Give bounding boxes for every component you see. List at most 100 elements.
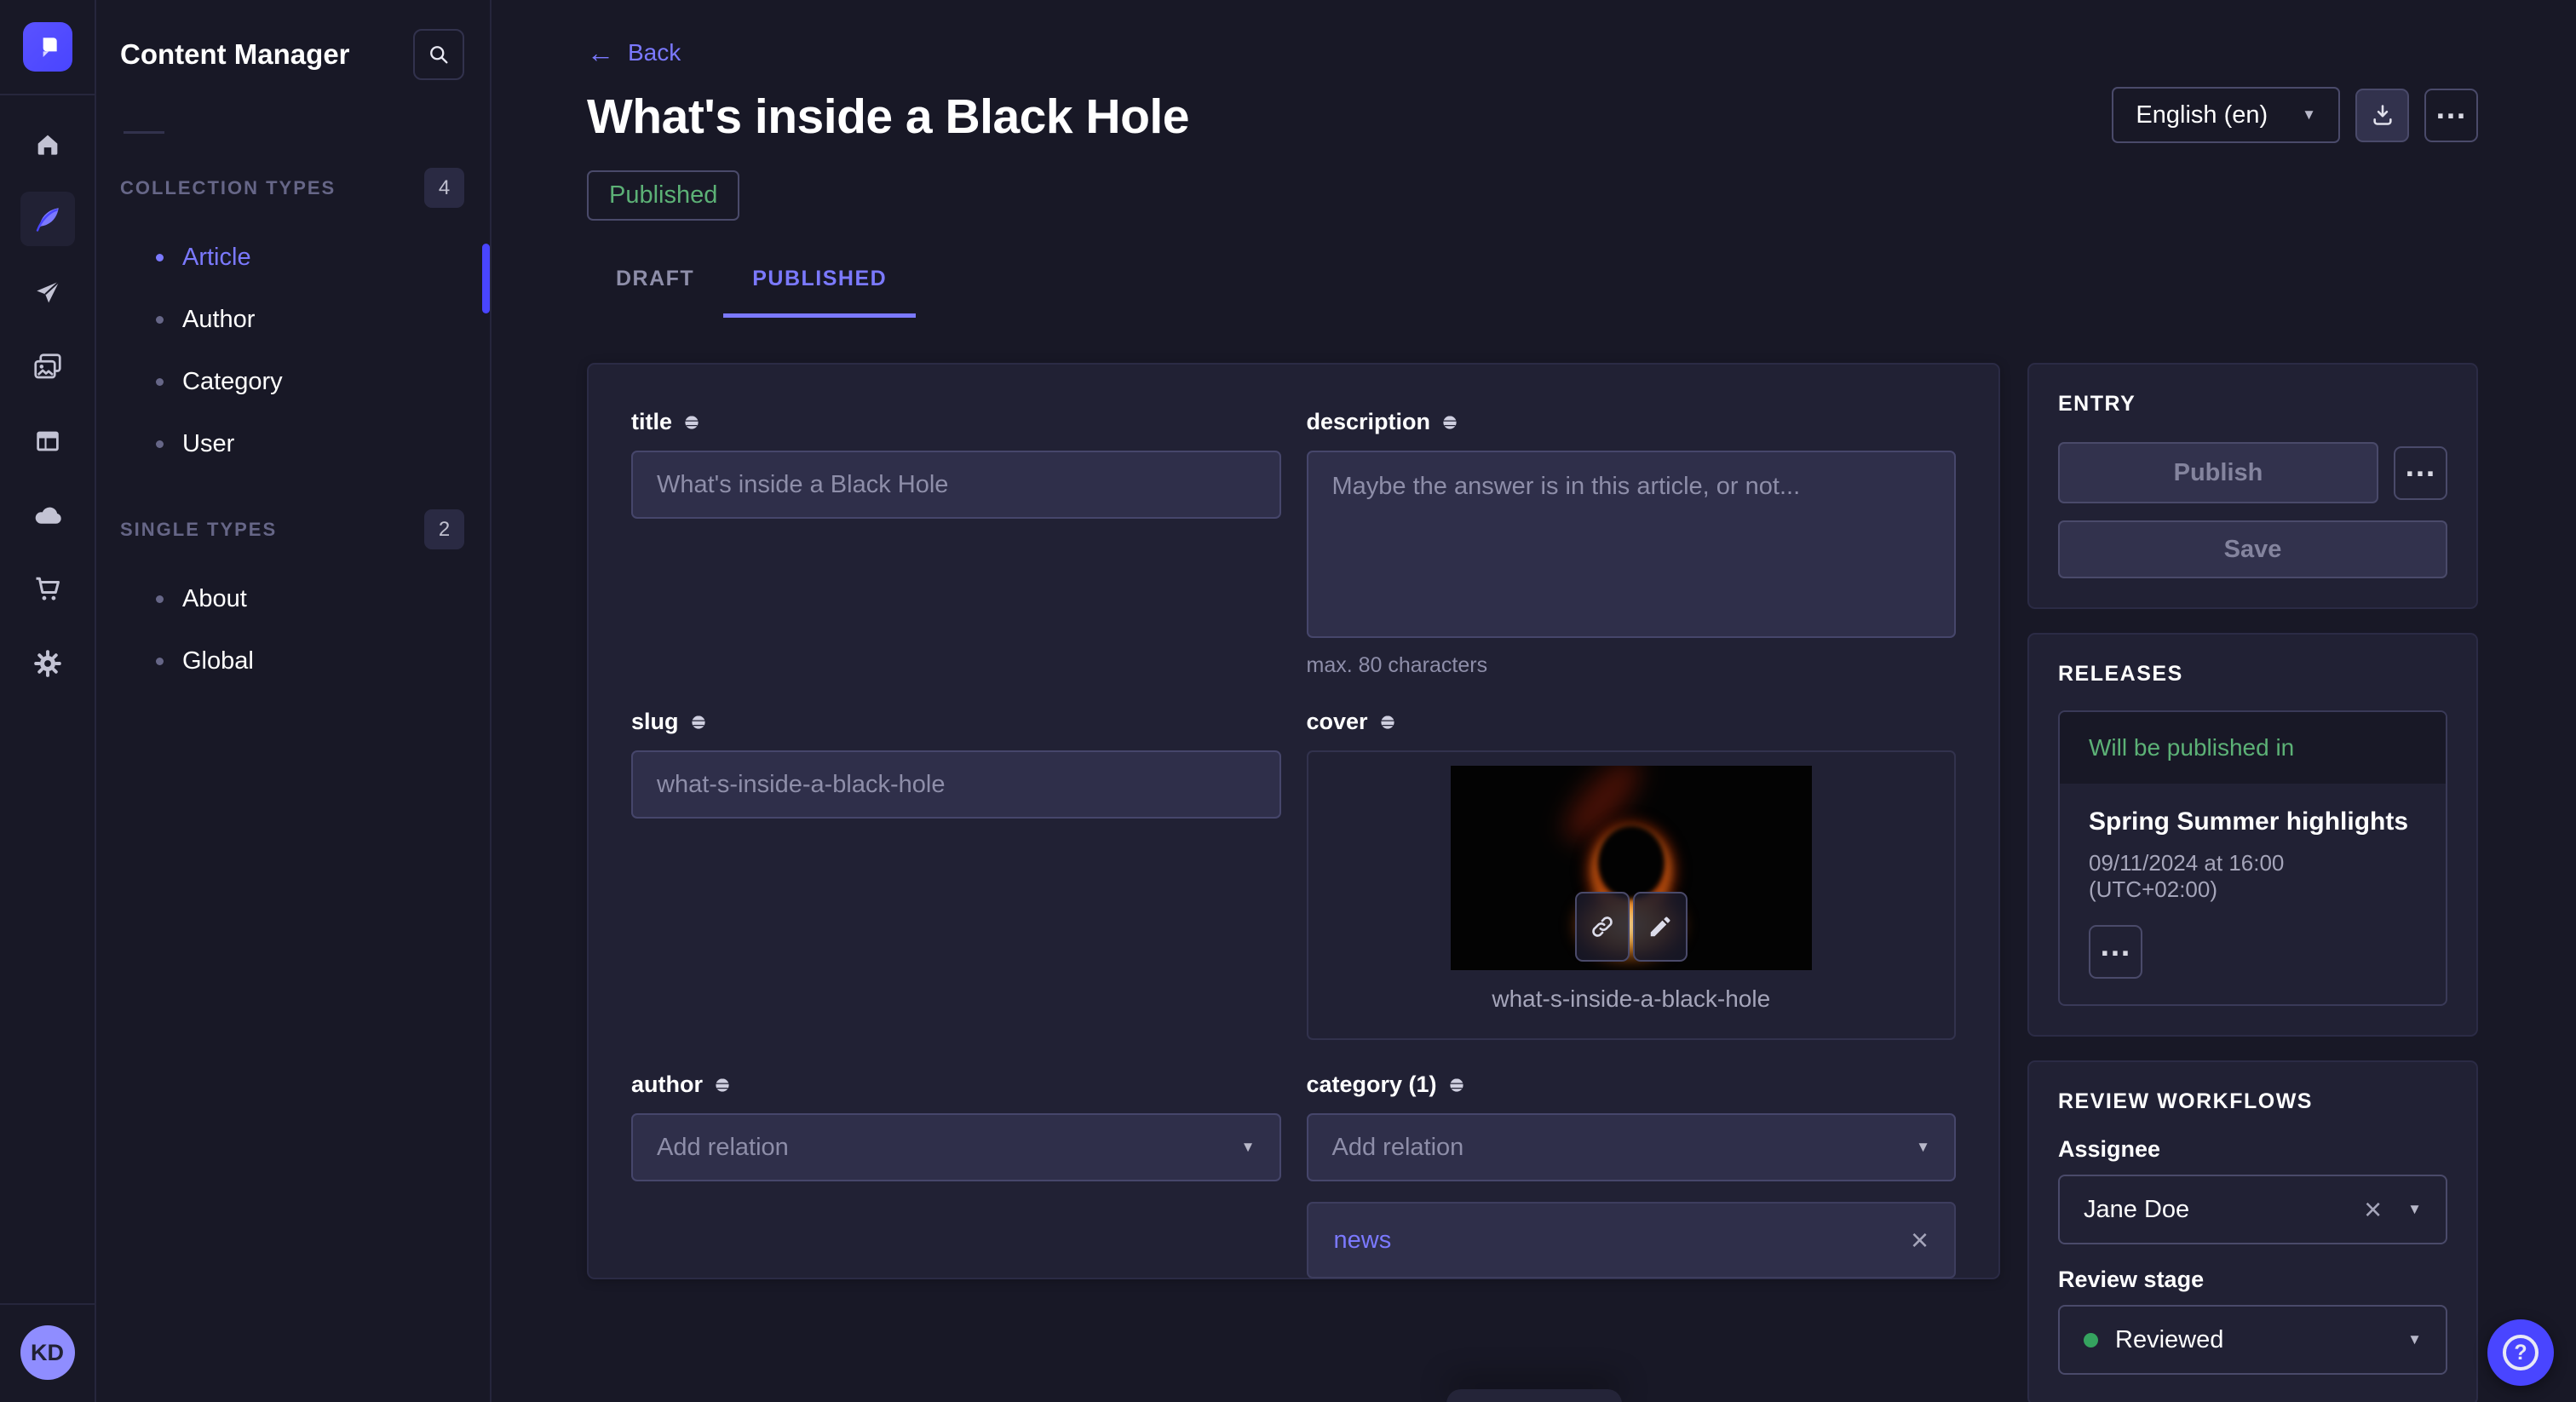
nav-rail: KD [0,0,96,1402]
collection-types-count: 4 [424,168,464,208]
sidebar-item-settings[interactable] [20,636,75,691]
entry-panel: ENTRY Publish … Save [2027,363,2478,609]
author-placeholder: Add relation [657,1134,789,1162]
assignee-select[interactable]: Jane Doe × ▼ [2058,1175,2447,1244]
entry-form-card: title description Maybe the [587,363,2000,1279]
search-button[interactable] [413,29,464,80]
publish-button[interactable]: Publish [2058,442,2378,503]
rail-divider [0,94,95,95]
page-title: What's inside a Black Hole [587,89,1189,145]
assignee-value: Jane Doe [2084,1196,2189,1224]
clear-assignee-icon[interactable]: × [2364,1194,2382,1225]
paper-plane-icon [33,279,62,307]
copy-link-button[interactable] [1575,892,1630,962]
back-link[interactable]: ← Back [587,39,681,66]
field-description: description Maybe the answer is in this … [1307,409,1957,676]
tab-published[interactable]: PUBLISHED [723,267,916,318]
chevron-down-icon: ▼ [2407,1331,2422,1348]
save-button[interactable]: Save [2058,520,2447,578]
title-input[interactable] [631,451,1281,519]
feather-icon [32,204,63,234]
strapi-logo-icon [34,33,61,60]
field-cover: cover [1307,709,1957,1039]
more-actions-button[interactable]: … [2424,89,2478,142]
sidebar-rule [124,131,164,134]
locale-select[interactable]: English (en) ▼ [2112,87,2340,143]
pencil-icon [1647,914,1673,939]
main-content: ← Back What's inside a Black Hole Publis… [492,0,2576,1402]
slug-label: slug [631,709,679,735]
layout-icon [33,427,62,456]
assignee-label: Assignee [2058,1136,2447,1163]
author-label: author [631,1072,703,1098]
download-icon [2371,103,2395,127]
sidebar-item-releases[interactable] [20,266,75,320]
relation-link[interactable]: news [1334,1227,1392,1255]
sidebar-item-label: Author [182,306,255,334]
review-stage-label: Review stage [2058,1267,2447,1293]
bullet-icon [156,595,164,603]
field-title: title [631,409,1281,676]
slug-input[interactable] [631,750,1281,819]
question-mark-icon: ? [2503,1335,2539,1370]
sidebar-item-content-type-builder[interactable] [20,414,75,468]
description-label: description [1307,409,1431,435]
export-button[interactable] [2355,89,2409,142]
globe-icon [1440,413,1459,432]
globe-icon [682,413,701,432]
category-relation-select[interactable]: Add relation ▼ [1307,1113,1957,1181]
sidebar-item-label: Article [182,244,251,272]
back-arrow-icon: ← [587,39,614,66]
sidebar-item-label: Category [182,368,283,396]
home-icon [33,130,62,159]
sidebar-item-cloud[interactable] [20,488,75,543]
sidebar-item-category[interactable]: Category [120,351,464,413]
link-icon [1590,914,1615,939]
review-workflows-panel: REVIEW WORKFLOWS Assignee Jane Doe × ▼ R… [2027,1060,2478,1402]
back-label: Back [628,39,681,66]
edit-cover-button[interactable] [1633,892,1688,962]
remove-relation-icon[interactable]: × [1911,1225,1929,1255]
globe-icon [713,1076,732,1095]
search-icon [427,43,451,66]
sidebar-item-home[interactable] [20,118,75,172]
strapi-logo[interactable] [23,22,72,72]
scroll-peek-button[interactable] [1446,1389,1622,1402]
sidebar-item-about[interactable]: About [120,568,464,630]
content-manager-sidebar: Content Manager COLLECTION TYPES 4 Artic… [96,0,492,1402]
sidebar-item-user[interactable]: User [120,413,464,475]
relation-row-news: news × [1307,1202,1957,1278]
sidebar-item-article[interactable]: Article [120,227,464,289]
chevron-down-icon: ▼ [2407,1201,2422,1218]
field-category: category (1) Add relation ▼ news × [1307,1072,1957,1278]
chevron-down-icon: ▼ [1241,1139,1256,1156]
description-textarea[interactable]: Maybe the answer is in this article, or … [1307,451,1957,638]
globe-icon [689,713,708,732]
images-icon [32,352,63,382]
sidebar-item-global[interactable]: Global [120,630,464,692]
tab-draft[interactable]: DRAFT [587,267,723,318]
sidebar-item-label: About [182,585,247,613]
bullet-icon [156,378,164,386]
avatar[interactable]: KD [20,1325,75,1380]
sidebar-item-content-manager[interactable] [20,192,75,246]
review-stage-select[interactable]: Reviewed ▼ [2058,1305,2447,1375]
collection-types-heading: COLLECTION TYPES [120,177,336,199]
sidebar-item-media-library[interactable] [20,340,75,394]
gear-icon [32,648,63,679]
globe-icon [1447,1076,1466,1095]
release-status: Will be published in [2060,712,2446,784]
sidebar-item-author[interactable]: Author [120,289,464,351]
cover-filename: what-s-inside-a-black-hole [1492,985,1770,1013]
release-more-button[interactable]: … [2089,925,2142,979]
single-types-count: 2 [424,509,464,549]
bullet-icon [156,254,164,261]
sidebar-item-marketplace[interactable] [20,562,75,617]
rail-bottom: KD [0,1303,95,1402]
help-button[interactable]: ? [2487,1319,2554,1386]
right-panel-column: ENTRY Publish … Save RELEASES Will be pu… [2027,363,2478,1402]
entry-more-button[interactable]: … [2394,446,2447,500]
cover-label: cover [1307,709,1368,735]
author-relation-select[interactable]: Add relation ▼ [631,1113,1281,1181]
sidebar-scrollbar-thumb[interactable] [482,244,490,313]
